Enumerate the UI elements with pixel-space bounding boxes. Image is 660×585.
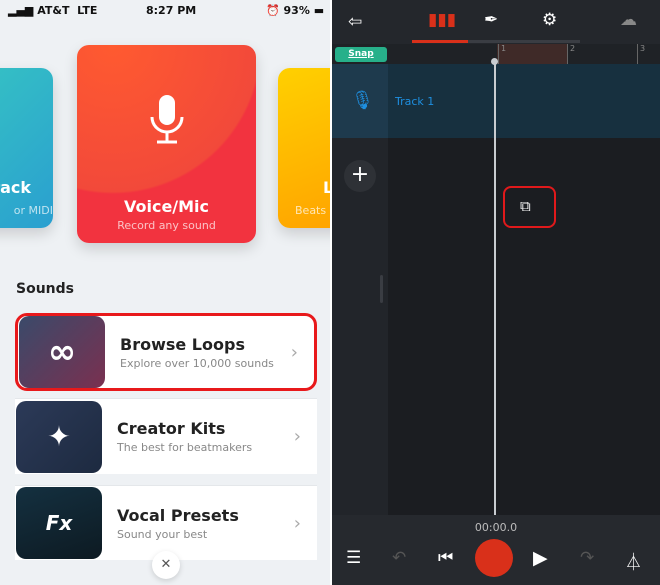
item-subtitle: The best for beatmakers xyxy=(117,441,253,454)
card-track[interactable]: rack or MIDI xyxy=(0,68,53,228)
playhead-handle[interactable] xyxy=(491,58,498,65)
skip-back-icon[interactable]: ⏮ xyxy=(438,548,453,568)
close-button[interactable]: ✕ xyxy=(152,551,180,579)
resize-handle[interactable] xyxy=(380,275,383,303)
list-item-creator-kits[interactable]: ✦ Creator Kits The best for beatmakers › xyxy=(15,398,317,474)
status-time: 8:27 PM xyxy=(146,4,197,17)
studio-panel: ⇦ ▮▮▮ ✒ ⚙ ☁ 1 2 3 Snap 🎙 Track 1 + ⧉ 00:… xyxy=(332,0,660,585)
mixer-sliders-icon[interactable]: ☰ xyxy=(346,548,361,568)
track-1-lane[interactable]: Track 1 xyxy=(388,64,660,138)
ruler-mark: 1 xyxy=(498,44,506,64)
fx-icon: Fx xyxy=(16,487,102,559)
card-title: rack xyxy=(0,178,31,197)
cloud-upload-icon[interactable]: ☁ xyxy=(620,10,637,30)
list-item-vocal-presets[interactable]: Fx Vocal Presets Sound your best › xyxy=(15,485,317,560)
card-title: L xyxy=(323,178,330,197)
item-subtitle: Explore over 10,000 sounds xyxy=(120,356,274,370)
add-clip-icon[interactable]: ⧉ xyxy=(520,197,531,215)
transport-bar: 00:00.0 ☰ ↶ ⏮ ▶ ↷ ⏃ xyxy=(332,515,660,585)
tab-track xyxy=(412,40,580,43)
record-button[interactable] xyxy=(475,539,513,577)
gear-icon[interactable]: ⚙ xyxy=(542,10,557,30)
carrier: AT&T xyxy=(37,4,70,17)
loop-region xyxy=(497,44,567,64)
tab-indicator xyxy=(412,40,468,43)
microphone-icon xyxy=(150,95,184,144)
sounds-panel: ▂▄▆ AT&T LTE 8:27 PM ⏰ 93% ▬ rack or MID… xyxy=(0,0,330,585)
exit-icon[interactable]: ⇦ xyxy=(348,12,362,32)
track-1-header[interactable]: 🎙 xyxy=(332,64,388,138)
item-title: Browse Loops xyxy=(120,334,245,354)
time-display: 00:00.0 xyxy=(474,521,518,534)
waveform-icon[interactable]: ▮▮▮ xyxy=(428,10,456,30)
card-title: Voice/Mic xyxy=(123,197,210,216)
infinity-icon: ∞ xyxy=(19,316,105,388)
playhead[interactable] xyxy=(494,60,496,515)
ruler-mark: 2 xyxy=(567,44,575,64)
ruler-mark: 3 xyxy=(637,44,645,64)
network: LTE xyxy=(77,4,98,17)
redo-icon[interactable]: ↷ xyxy=(580,548,594,568)
metronome-icon[interactable]: ⏃ xyxy=(625,548,642,573)
status-carrier: ▂▄▆ AT&T LTE xyxy=(8,4,98,17)
sounds-header: Sounds xyxy=(16,281,74,297)
card-voice-mic[interactable]: Voice/Mic Record any sound xyxy=(77,45,256,243)
list-item-browse-loops[interactable]: ∞ Browse Loops Explore over 10,000 sounds… xyxy=(15,313,317,391)
chevron-right-icon: › xyxy=(293,512,301,534)
top-toolbar: ⇦ ▮▮▮ ✒ ⚙ ☁ xyxy=(332,0,660,44)
item-subtitle: Sound your best xyxy=(117,527,208,541)
snap-button[interactable]: Snap xyxy=(335,47,387,62)
card-subtitle: Record any sound xyxy=(117,219,216,232)
status-battery: ⏰ 93% ▬ xyxy=(266,4,325,17)
item-title: Creator Kits xyxy=(117,419,226,438)
microphone-icon: 🎙 xyxy=(351,90,374,111)
card-loops[interactable]: L Beats a xyxy=(278,68,330,228)
chevron-right-icon: › xyxy=(290,341,298,363)
card-subtitle: or MIDI xyxy=(13,204,53,217)
card-subtitle: Beats a xyxy=(295,204,330,217)
chevron-right-icon: › xyxy=(293,426,301,447)
item-title: Vocal Presets xyxy=(117,505,239,525)
bird-icon: ✦ xyxy=(16,400,102,473)
add-track-button[interactable]: + xyxy=(344,160,376,192)
battery-level: 93% xyxy=(283,4,310,17)
play-icon[interactable]: ▶ xyxy=(533,547,548,569)
undo-icon[interactable]: ↶ xyxy=(392,548,406,568)
track-name: Track 1 xyxy=(395,95,435,108)
feather-icon[interactable]: ✒ xyxy=(484,10,498,30)
